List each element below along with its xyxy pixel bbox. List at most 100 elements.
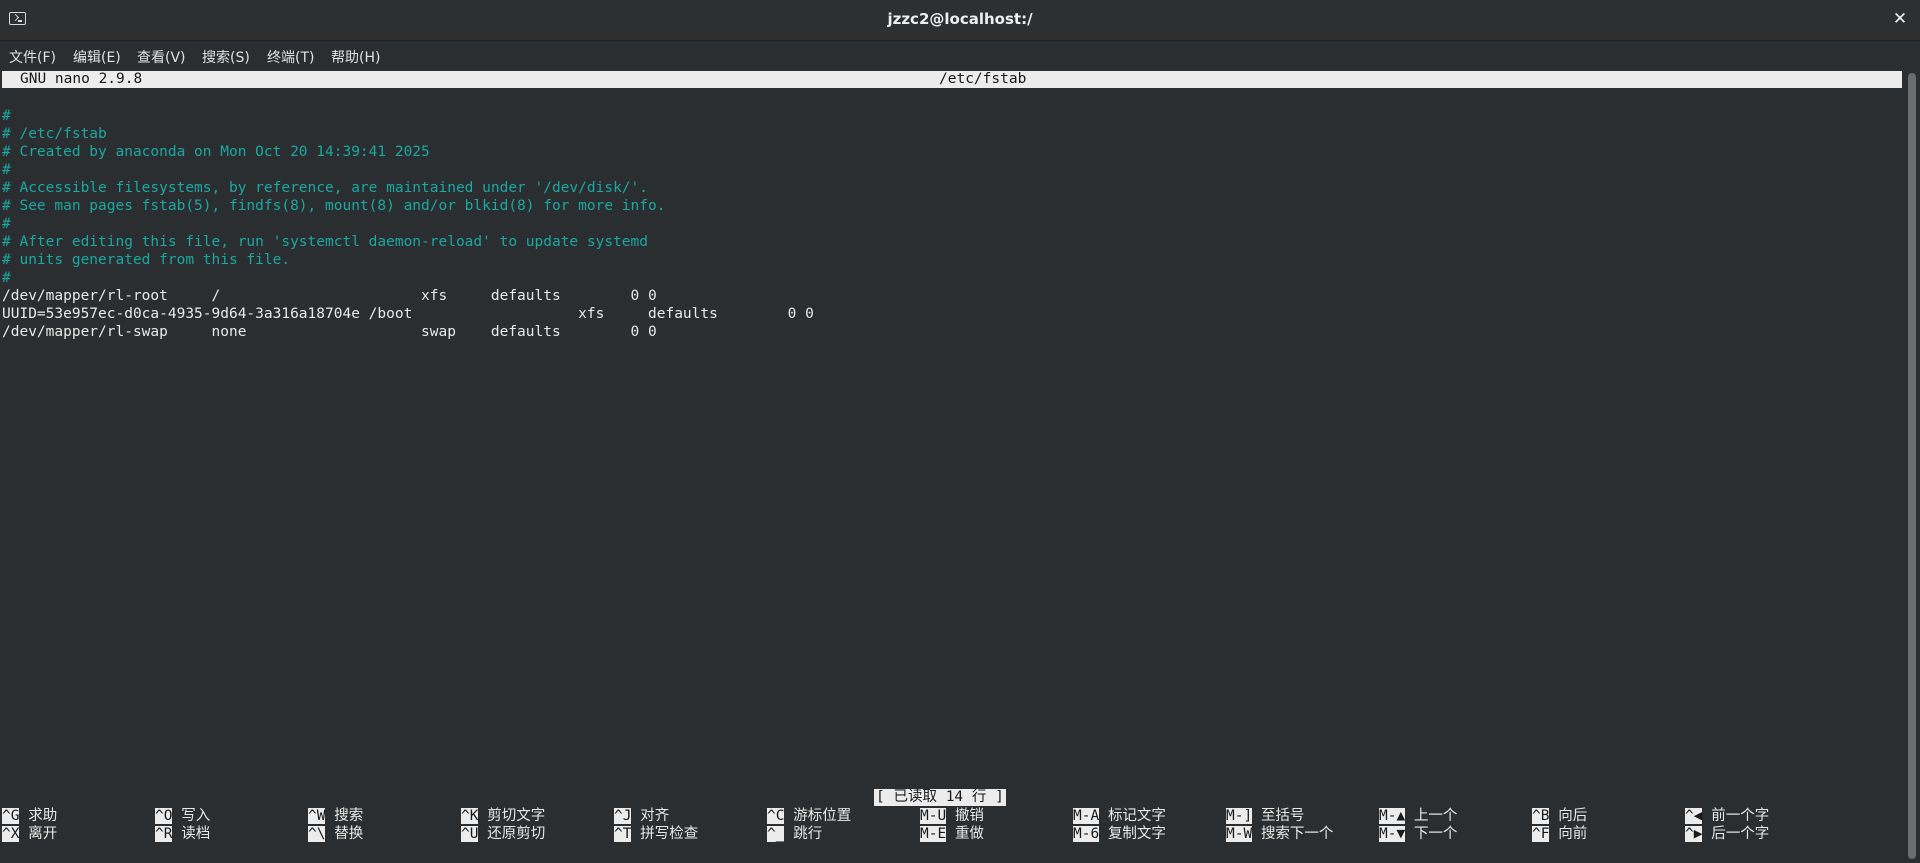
menu-file[interactable]: 文件(F) [9, 47, 56, 67]
menu-view[interactable]: 查看(V) [137, 47, 186, 67]
comment-line: # See man pages fstab(5), findfs(8), mou… [2, 198, 666, 214]
shortcut-key: ^J [614, 808, 632, 824]
close-icon[interactable]: ✕ [1889, 8, 1911, 30]
nano-version: GNU nano 2.9.8 [20, 71, 143, 87]
shortcut-key: ^◀ [1685, 808, 1703, 824]
shortcut-key: ^B [1532, 808, 1550, 824]
shortcut-label: 向后 [1558, 808, 1588, 824]
shortcut-key: M-A [1073, 808, 1100, 824]
shortcut-label: 对齐 [640, 808, 670, 824]
shortcut-key: M-U [920, 808, 947, 824]
shortcut-item: ^G 求助 [2, 807, 57, 825]
menu-bar: 文件(F) 编辑(E) 查看(V) 搜索(S) 终端(T) 帮助(H) [0, 41, 1920, 71]
shortcut-key: ^▶ [1685, 826, 1703, 842]
shortcut-label: 重做 [954, 826, 984, 842]
shortcut-item: ^X 离开 [2, 825, 57, 843]
shortcut-item: ^K 剪切文字 [461, 807, 545, 825]
shortcut-label: 游标位置 [793, 808, 852, 824]
shortcut-key: M-▼ [1379, 826, 1406, 842]
shortcut-key: ^C [767, 808, 785, 824]
shortcut-key: M-W [1226, 826, 1253, 842]
shortcut-item: M-6 复制文字 [1073, 825, 1166, 843]
scrollbar[interactable] [1908, 71, 1916, 861]
shortcut-label: 剪切文字 [487, 808, 546, 824]
menu-terminal[interactable]: 终端(T) [267, 47, 314, 67]
shortcut-key: M-] [1226, 808, 1253, 824]
shortcut-key: ^G [2, 808, 20, 824]
comment-line: # Accessible filesystems, by reference, … [2, 180, 649, 196]
shortcut-label: 求助 [28, 808, 58, 824]
window-titlebar: jzzc2@localhost:/ ✕ [0, 0, 1920, 41]
shortcut-item: M-] 至括号 [1226, 807, 1304, 825]
shortcut-item: ^J 对齐 [614, 807, 669, 825]
shortcut-label: 上一个 [1413, 808, 1458, 824]
shortcut-item: ^R 读档 [155, 825, 210, 843]
shortcut-key: ^T [614, 826, 632, 842]
shortcut-key: ^F [1532, 826, 1550, 842]
shortcut-item: ^W 搜索 [308, 807, 363, 825]
shortcut-item: M-▼ 下一个 [1379, 825, 1457, 843]
shortcut-key: ^R [155, 826, 173, 842]
shortcut-label: 后一个字 [1711, 826, 1770, 842]
nano-filename: /etc/fstab [939, 71, 1027, 87]
text-line: UUID=53e957ec-d0ca-4935-9d64-3a316a18704… [2, 306, 814, 322]
shortcut-item: M-W 搜索下一个 [1226, 825, 1333, 843]
shortcut-item: M-▲ 上一个 [1379, 807, 1457, 825]
shortcut-key: M-▲ [1379, 808, 1406, 824]
comment-line: # [2, 108, 11, 124]
shortcut-label: 还原剪切 [487, 826, 546, 842]
shortcut-item: ^_ 跳行 [767, 825, 822, 843]
comment-line: # [2, 216, 11, 232]
shortcut-key: ^O [155, 808, 173, 824]
nano-title-bar: GNU nano 2.9.8 /etc/fstab [2, 71, 1902, 88]
shortcut-label: 下一个 [1413, 826, 1458, 842]
shortcut-item: M-E 重做 [920, 825, 984, 843]
scrollbar-thumb[interactable] [1908, 73, 1916, 859]
shortcut-label: 搜索 [334, 808, 364, 824]
shortcut-label: 前一个字 [1711, 808, 1770, 824]
shortcut-item: ^O 写入 [155, 807, 210, 825]
shortcut-key: ^U [461, 826, 479, 842]
status-message: [ 已读取 14 行 ] [874, 789, 1006, 806]
shortcut-key: ^_ [767, 826, 785, 842]
shortcut-label: 写入 [181, 808, 211, 824]
comment-line: # [2, 162, 11, 178]
shortcut-item: ^▶ 后一个字 [1685, 825, 1769, 843]
comment-line: # After editing this file, run 'systemct… [2, 234, 649, 250]
menu-help[interactable]: 帮助(H) [331, 47, 380, 67]
shortcut-label: 向前 [1558, 826, 1588, 842]
shortcut-key: ^X [2, 826, 20, 842]
shortcut-label: 跳行 [793, 826, 823, 842]
shortcut-label: 读档 [181, 826, 211, 842]
shortcut-label: 离开 [28, 826, 58, 842]
comment-line: # Created by anaconda on Mon Oct 20 14:3… [2, 144, 430, 160]
shortcut-item: ^C 游标位置 [767, 807, 851, 825]
shortcut-item: ^◀ 前一个字 [1685, 807, 1769, 825]
shortcut-key: ^W [308, 808, 326, 824]
shortcut-item: ^F 向前 [1532, 825, 1587, 843]
shortcut-key: M-6 [1073, 826, 1100, 842]
menu-edit[interactable]: 编辑(E) [73, 47, 121, 67]
comment-line: # [2, 270, 11, 286]
comment-line: # units generated from this file. [2, 252, 291, 268]
shortcut-key: ^\ [308, 826, 326, 842]
comment-line: # /etc/fstab [2, 126, 107, 142]
shortcut-item: M-A 标记文字 [1073, 807, 1166, 825]
text-line: /dev/mapper/rl-swap none swap defaults 0… [2, 324, 657, 340]
shortcut-label: 拼写检查 [640, 826, 699, 842]
shortcut-label: 替换 [334, 826, 364, 842]
window-title: jzzc2@localhost:/ [887, 10, 1033, 28]
shortcut-label: 标记文字 [1107, 808, 1166, 824]
shortcut-label: 至括号 [1260, 808, 1305, 824]
shortcut-label: 复制文字 [1107, 826, 1166, 842]
shortcut-item: ^U 还原剪切 [461, 825, 545, 843]
text-line: /dev/mapper/rl-root / xfs defaults 0 0 [2, 288, 657, 304]
shortcut-label: 撤销 [954, 808, 984, 824]
shortcut-item: ^B 向后 [1532, 807, 1587, 825]
menu-search[interactable]: 搜索(S) [202, 47, 250, 67]
shortcut-key: ^K [461, 808, 479, 824]
shortcut-item: ^T 拼写检查 [614, 825, 698, 843]
shortcut-label: 搜索下一个 [1260, 826, 1334, 842]
terminal-area[interactable]: GNU nano 2.9.8 /etc/fstab # # /etc/fstab #… [0, 71, 1904, 863]
shortcut-item: M-U 撤销 [920, 807, 984, 825]
